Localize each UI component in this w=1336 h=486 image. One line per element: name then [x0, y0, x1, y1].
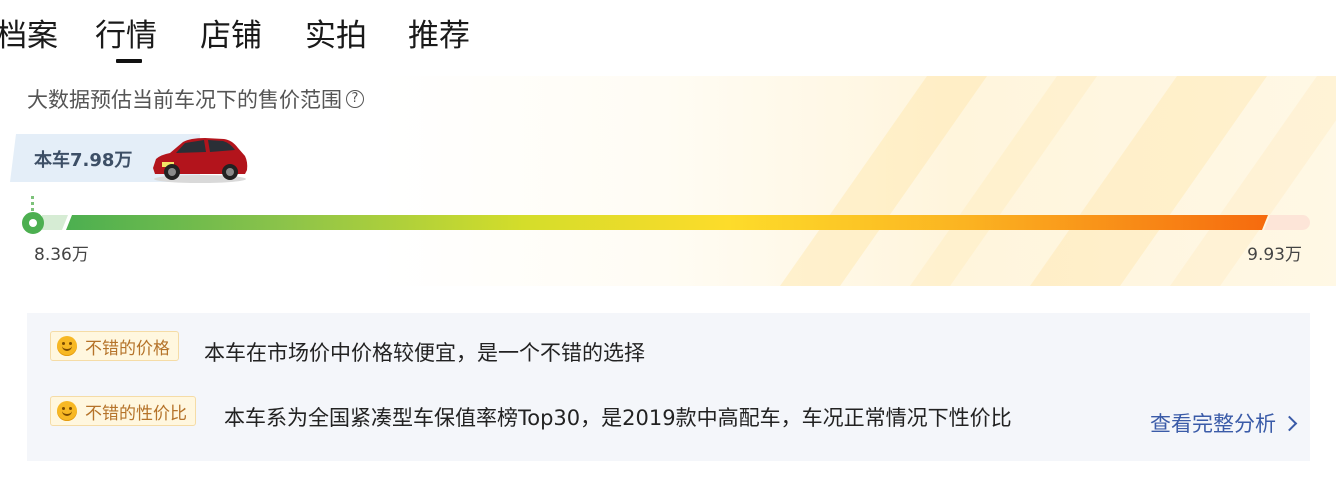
analysis-row-text: 本车在市场价中价格较便宜，是一个不错的选择 — [204, 341, 645, 365]
tag-good-price: 不错的价格 — [50, 331, 179, 361]
price-bar-below-range — [42, 215, 68, 230]
tab-bar: 档案 行情 店铺 实拍 推荐 — [0, 0, 600, 64]
range-min-label: 8.36万 — [34, 245, 89, 265]
smiley-icon — [57, 401, 77, 421]
tab-store[interactable]: 店铺 — [200, 16, 262, 56]
price-bar-above-range — [1264, 215, 1310, 230]
tab-photos[interactable]: 实拍 — [305, 16, 367, 56]
range-max-label: 9.93万 — [1247, 245, 1302, 265]
analysis-card: 不错的价格 本车在市场价中价格较便宜，是一个不错的选择 不错的性价比 本车系为全… — [27, 313, 1310, 461]
price-range-bar — [66, 215, 1268, 230]
price-valuation-section: 大数据预估当前车况下的售价范围? 本车7.98万 8.36万 9.93万 — [0, 72, 1336, 292]
analysis-row-text: 本车系为全国紧凑型车保值率榜Top30，是2019款中高配车，车况正常情况下性价… — [224, 406, 1012, 430]
chevron-right-icon — [1281, 415, 1298, 431]
tag-label: 不错的性价比 — [85, 403, 187, 424]
current-price-label: 本车7.98万 — [34, 150, 133, 171]
view-full-analysis-link[interactable]: 查看完整分析 — [1150, 408, 1298, 438]
car-thumbnail — [153, 138, 248, 183]
tab-recommend[interactable]: 推荐 — [408, 16, 470, 56]
valuation-subtitle: 大数据预估当前车况下的售价范围? — [27, 84, 364, 114]
tab-archive[interactable]: 档案 — [0, 16, 58, 56]
tab-market[interactable]: 行情 — [95, 16, 157, 56]
decorative-background — [380, 76, 1336, 286]
tag-label: 不错的价格 — [85, 338, 170, 359]
active-tab-indicator — [116, 59, 142, 63]
question-circle-icon[interactable]: ? — [346, 90, 364, 108]
tag-good-value: 不错的性价比 — [50, 396, 196, 426]
smiley-icon — [57, 336, 77, 356]
view-full-analysis-label: 查看完整分析 — [1150, 412, 1276, 436]
current-price-marker — [22, 212, 44, 234]
valuation-subtitle-text: 大数据预估当前车况下的售价范围 — [27, 88, 342, 112]
